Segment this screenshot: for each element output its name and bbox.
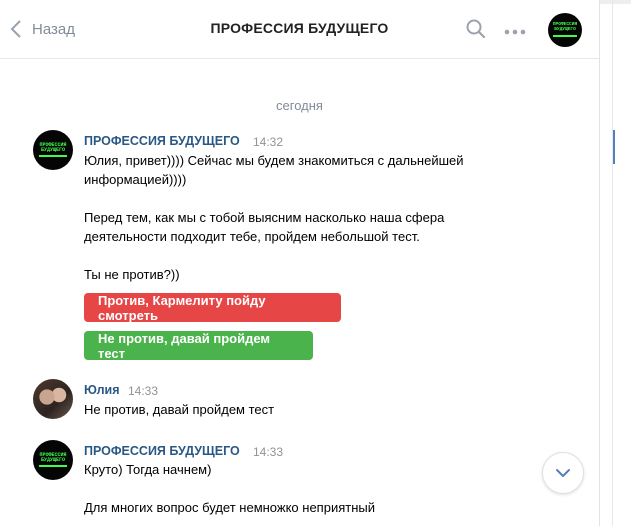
message-time: 14:32 xyxy=(253,135,284,149)
message-line: деятельности подходит тебе, пройдем небо… xyxy=(84,229,420,244)
message-text-cut: Для многих вопрос будет немножко неприят… xyxy=(84,500,375,515)
more-dots-icon[interactable] xyxy=(504,24,526,39)
message-line-blank xyxy=(84,189,534,208)
message-text: Круто) Тогда начнем) xyxy=(84,462,212,477)
message-time: 14:33 xyxy=(253,445,284,459)
reply-button-against[interactable]: Против, Кармелиту пойду смотреть xyxy=(84,292,341,323)
search-icon[interactable] xyxy=(466,19,486,42)
chat-panel: Назад ПРОФЕССИЯ БУДУЩЕГО ПРОФЕССИЯ БУДУЩ… xyxy=(0,0,600,526)
chevron-down-icon xyxy=(555,466,571,481)
message-line: информацией)))) xyxy=(84,172,187,187)
message-text: Не против, давай пройдем тест xyxy=(84,402,275,417)
message-line-blank xyxy=(84,246,534,265)
avatar[interactable]: ПРОФЕССИЯ БУДУЩЕГО xyxy=(33,130,73,170)
message-author[interactable]: ПРОФЕССИЯ БУДУЩЕГО xyxy=(84,444,240,458)
avatar-logo-text: ПРОФЕССИЯ БУДУЩЕГО xyxy=(552,22,578,32)
button-label: Не против, давай пройдем тест xyxy=(98,330,271,361)
logo-bar xyxy=(39,155,67,158)
message-text: Юлия, привет)))) Сейчас мы будем знакоми… xyxy=(84,151,534,284)
avatar-logo-text: ПРОФЕССИЯ БУДУЩЕГО xyxy=(39,451,67,463)
avatar[interactable] xyxy=(33,379,73,419)
message-author[interactable]: ПРОФЕССИЯ БУДУЩЕГО xyxy=(84,134,240,148)
chat-header: Назад ПРОФЕССИЯ БУДУЩЕГО ПРОФЕССИЯ БУДУЩ… xyxy=(0,0,599,59)
sidebar-active-indicator xyxy=(613,130,615,164)
date-separator: сегодня xyxy=(276,98,323,113)
logo-bar xyxy=(39,465,67,468)
message-time: 14:33 xyxy=(128,384,159,398)
scroll-down-button[interactable] xyxy=(542,452,584,494)
message-author[interactable]: Юлия xyxy=(84,383,120,397)
message-line: Юлия, привет)))) Сейчас мы будем знакоми… xyxy=(84,153,464,168)
chat-avatar[interactable]: ПРОФЕССИЯ БУДУЩЕГО xyxy=(548,13,582,47)
sidebar-divider xyxy=(612,0,613,526)
avatar-logo-text: ПРОФЕССИЯ БУДУЩЕГО xyxy=(39,141,67,153)
message-line: Ты не против?)) xyxy=(84,267,180,282)
logo-bar xyxy=(553,34,577,37)
right-sidebar xyxy=(600,4,631,526)
button-label: Против, Кармелиту пойду смотреть xyxy=(98,292,266,323)
avatar[interactable]: ПРОФЕССИЯ БУДУЩЕГО xyxy=(33,440,73,480)
reply-button-agree[interactable]: Не против, давай пройдем тест xyxy=(84,330,313,361)
message-line: Перед тем, как мы с тобой выясним наскол… xyxy=(84,210,445,225)
